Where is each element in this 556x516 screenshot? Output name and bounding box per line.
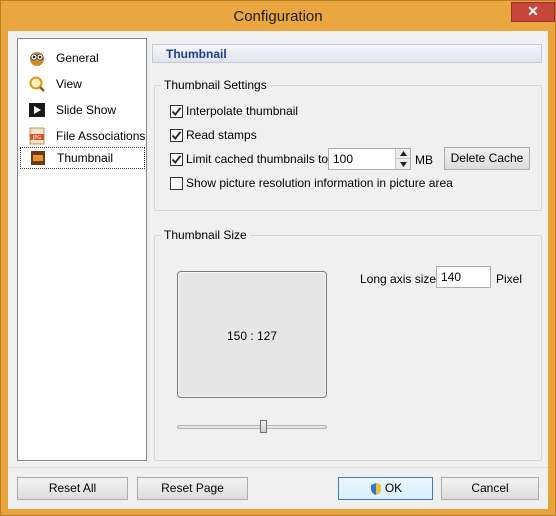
nav-item-file-associations[interactable]: JPG File Associations (20, 125, 145, 147)
dialog-client-area: General View Slide Show JPG File Associa… (8, 31, 548, 509)
nav-item-label: View (56, 77, 82, 91)
nav-item-slide-show[interactable]: Slide Show (20, 99, 145, 121)
ok-button[interactable]: OK (338, 477, 433, 500)
thumbnail-preview: 150 : 127 (177, 271, 327, 398)
long-axis-label: Long axis size (360, 272, 437, 286)
checkbox-label: Limit cached thumbnails to (186, 152, 329, 166)
owl-icon (28, 49, 46, 67)
shield-icon (370, 482, 381, 495)
reset-all-button[interactable]: Reset All (17, 477, 128, 500)
cancel-button[interactable]: Cancel (441, 477, 539, 500)
nav-item-label: General (56, 51, 99, 65)
close-button[interactable]: ✕ (511, 2, 555, 22)
spin-down-button[interactable] (396, 159, 410, 169)
interpolate-thumbnail-option[interactable]: Interpolate thumbnail (170, 103, 298, 119)
group-title: Thumbnail Size (161, 228, 250, 242)
cache-size-value[interactable]: 100 (333, 152, 353, 166)
checkbox-label: Show picture resolution information in p… (186, 176, 453, 190)
page-header: Thumbnail (152, 44, 542, 63)
preview-dimensions: 150 : 127 (226, 329, 278, 343)
page-title: Thumbnail (166, 47, 227, 61)
nav-item-view[interactable]: View (20, 73, 145, 95)
nav-item-label: File Associations (56, 129, 146, 143)
configuration-window: Configuration ✕ General View Slide Show … (0, 0, 556, 516)
pixel-unit-label: Pixel (496, 272, 523, 286)
footer-divider (8, 467, 548, 468)
group-title: Thumbnail Settings (161, 78, 270, 92)
ok-button-label: OK (384, 481, 403, 495)
cache-unit-label: MB (415, 153, 433, 167)
limit-cache-option[interactable]: Limit cached thumbnails to (170, 151, 328, 167)
delete-cache-button[interactable]: Delete Cache (444, 147, 530, 170)
spinner-buttons (395, 149, 410, 169)
checkbox-label: Read stamps (186, 128, 257, 142)
category-list: General View Slide Show JPG File Associa… (17, 38, 147, 461)
magnifier-icon (28, 75, 46, 93)
nav-item-label: Thumbnail (57, 151, 114, 165)
arrow-down-icon (399, 161, 407, 167)
checkbox-label: Interpolate thumbnail (186, 104, 299, 118)
spin-up-button[interactable] (396, 149, 410, 159)
long-axis-size-input[interactable]: 140 (436, 266, 491, 288)
thumbnail-size-slider-thumb[interactable] (260, 420, 267, 433)
show-resolution-option[interactable]: Show picture resolution information in p… (170, 175, 453, 191)
read-stamps-checkbox[interactable] (170, 128, 183, 142)
limit-cache-checkbox[interactable] (170, 152, 183, 166)
jpg-file-icon: JPG (28, 127, 46, 145)
thumbnail-icon (29, 149, 47, 167)
read-stamps-option[interactable]: Read stamps (170, 127, 257, 143)
title-bar[interactable]: Configuration ✕ (1, 1, 555, 31)
interpolate-thumbnail-checkbox[interactable] (170, 104, 183, 118)
reset-page-button[interactable]: Reset Page (137, 477, 248, 500)
play-icon (28, 101, 46, 119)
nav-item-general[interactable]: General (20, 47, 145, 69)
svg-text:JPG: JPG (32, 135, 41, 141)
nav-item-thumbnail[interactable]: Thumbnail (20, 147, 145, 169)
cache-size-spinner[interactable]: 100 (328, 148, 411, 170)
nav-item-label: Slide Show (56, 103, 117, 117)
show-resolution-checkbox[interactable] (170, 176, 183, 190)
window-title: Configuration (233, 8, 323, 25)
thumbnail-size-slider-track[interactable] (177, 425, 327, 429)
arrow-up-icon (399, 151, 407, 156)
